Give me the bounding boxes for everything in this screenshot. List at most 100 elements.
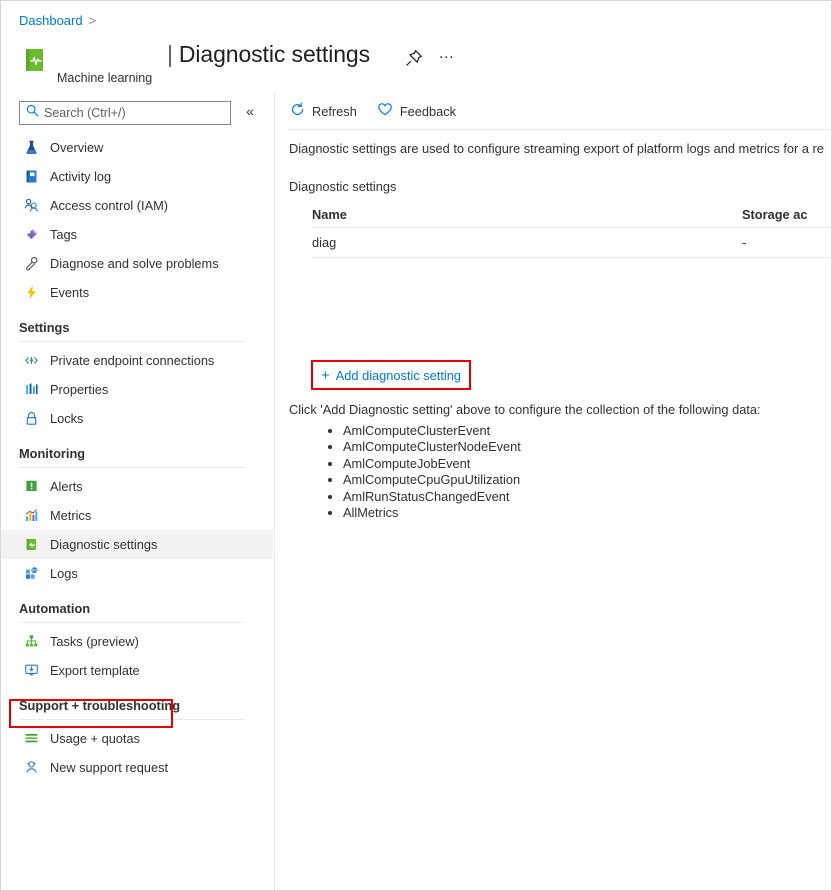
usage-quotas-icon: [23, 730, 40, 747]
sidebar-item-private-endpoint-connections[interactable]: Private endpoint connections: [1, 346, 273, 375]
sidebar-group-divider: [19, 467, 245, 468]
table-row[interactable]: diag -: [312, 228, 831, 258]
sidebar-group-settings: Settings: [19, 320, 70, 335]
sidebar-item-usage-quotas[interactable]: Usage + quotas: [1, 724, 273, 753]
list-item: AllMetrics: [343, 505, 521, 521]
page-title-text: Diagnostic settings: [178, 41, 371, 67]
lightning-icon: [23, 284, 40, 301]
sidebar-item-label: Usage + quotas: [50, 731, 140, 746]
list-item: AmlComputeClusterNodeEvent: [343, 439, 521, 455]
machine-learning-icon: [21, 45, 51, 75]
sidebar-item-label: Diagnose and solve problems: [50, 256, 219, 271]
sidebar-item-tags[interactable]: Tags: [1, 220, 273, 249]
activity-log-icon: [23, 168, 40, 185]
sidebar-item-label: Alerts: [50, 479, 83, 494]
page-title: | Diagnostic settings: [167, 41, 370, 68]
sidebar-item-label: Access control (IAM): [50, 198, 169, 213]
lock-icon: [23, 410, 40, 427]
more-options-icon[interactable]: …: [435, 46, 459, 69]
export-template-icon: [23, 662, 40, 679]
sidebar-item-diagnostic-settings[interactable]: Diagnostic settings: [1, 530, 273, 559]
add-diagnostic-setting-label: Add diagnostic setting: [335, 367, 461, 383]
add-diagnostic-setting-button[interactable]: + Add diagnostic setting: [311, 360, 471, 390]
cell-storage-account: -: [742, 235, 747, 250]
search-input[interactable]: [44, 106, 224, 120]
sidebar-group-automation: Automation: [19, 601, 91, 616]
breadcrumb-dashboard-link[interactable]: Dashboard: [19, 13, 83, 29]
sidebar: Overview Activity log Access control (IA…: [1, 133, 273, 890]
column-header-name: Name: [312, 206, 347, 222]
sidebar-item-access-control[interactable]: Access control (IAM): [1, 191, 273, 220]
main-content: Refresh Feedback Diagnostic settings are…: [274, 93, 831, 890]
sidebar-item-new-support-request[interactable]: New support request: [1, 753, 273, 782]
svg-text:kq: kq: [32, 568, 37, 573]
sidebar-item-label: Logs: [50, 566, 78, 581]
people-icon: [23, 197, 40, 214]
properties-icon: [23, 381, 40, 398]
sidebar-item-logs[interactable]: kq Logs: [1, 559, 273, 588]
command-bar-divider: [288, 129, 831, 130]
tasks-icon: [23, 633, 40, 650]
heart-icon: [377, 102, 393, 120]
sidebar-item-label: Tags: [50, 227, 78, 242]
resource-type-label: Machine learning: [57, 71, 153, 85]
tag-icon: [23, 226, 40, 243]
sidebar-item-label: Tasks (preview): [50, 634, 139, 649]
search-icon: [26, 104, 39, 122]
list-item: AmlComputeCpuGpuUtilization: [343, 472, 521, 488]
feedback-label: Feedback: [399, 103, 457, 119]
sidebar-item-overview[interactable]: Overview: [1, 133, 273, 162]
diagnostic-settings-table: Name Storage ac diag -: [312, 201, 831, 258]
click-instruction-text: Click 'Add Diagnostic setting' above to …: [289, 402, 761, 417]
table-header-row: Name Storage ac: [312, 201, 831, 228]
sidebar-item-export-template[interactable]: Export template: [1, 656, 273, 685]
sidebar-item-tasks-preview[interactable]: Tasks (preview): [1, 627, 273, 656]
page-description: Diagnostic settings are used to configur…: [289, 141, 824, 156]
column-header-storage-account: Storage ac: [742, 206, 808, 222]
refresh-button[interactable]: Refresh: [290, 102, 357, 120]
breadcrumb-separator-icon: >: [88, 13, 97, 28]
sidebar-item-label: Properties: [50, 382, 109, 397]
sidebar-group-divider: [19, 341, 245, 342]
sidebar-item-label: Diagnostic settings: [50, 537, 158, 552]
logs-icon: kq: [23, 565, 40, 582]
flask-icon: [23, 139, 40, 156]
sidebar-item-label: Locks: [50, 411, 84, 426]
refresh-icon: [290, 102, 305, 120]
list-item: AmlComputeJobEvent: [343, 456, 521, 472]
diagnostic-settings-section-label: Diagnostic settings: [289, 179, 397, 194]
breadcrumb: Dashboard >: [19, 13, 96, 29]
sidebar-item-metrics[interactable]: Metrics: [1, 501, 273, 530]
refresh-label: Refresh: [312, 103, 357, 119]
command-bar: Refresh Feedback: [274, 93, 831, 129]
list-item: AmlComputeClusterEvent: [343, 423, 521, 439]
page-title-bar: |: [167, 41, 173, 67]
azure-portal-page: Dashboard > Machine learning | Diagnostic…: [0, 0, 832, 891]
collapse-sidebar-icon[interactable]: «: [241, 103, 259, 119]
plus-icon: +: [321, 366, 330, 384]
sidebar-item-label: Events: [50, 285, 90, 300]
sidebar-group-monitoring: Monitoring: [19, 446, 86, 461]
sidebar-item-diagnose-solve-problems[interactable]: Diagnose and solve problems: [1, 249, 273, 278]
pin-icon[interactable]: [403, 47, 425, 69]
support-request-icon: [23, 759, 40, 776]
sidebar-item-label: Activity log: [50, 169, 112, 184]
sidebar-item-events[interactable]: Events: [1, 278, 273, 307]
sidebar-item-label: Overview: [50, 140, 104, 155]
data-types-list: AmlComputeClusterEvent AmlComputeCluster…: [329, 423, 521, 521]
diagnostic-settings-icon: [23, 536, 40, 553]
feedback-button[interactable]: Feedback: [377, 102, 456, 120]
sidebar-item-alerts[interactable]: Alerts: [1, 472, 273, 501]
sidebar-item-label: Metrics: [50, 508, 92, 523]
cell-name: diag: [312, 235, 337, 250]
list-item: AmlRunStatusChangedEvent: [343, 489, 521, 505]
search-box[interactable]: [19, 101, 231, 125]
sidebar-item-locks[interactable]: Locks: [1, 404, 273, 433]
sidebar-item-properties[interactable]: Properties: [1, 375, 273, 404]
sidebar-item-label: Export template: [50, 663, 140, 678]
sidebar-item-activity-log[interactable]: Activity log: [1, 162, 273, 191]
private-endpoint-icon: [23, 352, 40, 369]
sidebar-group-divider: [19, 622, 245, 623]
alerts-icon: [23, 478, 40, 495]
sidebar-item-label: Private endpoint connections: [50, 353, 215, 368]
